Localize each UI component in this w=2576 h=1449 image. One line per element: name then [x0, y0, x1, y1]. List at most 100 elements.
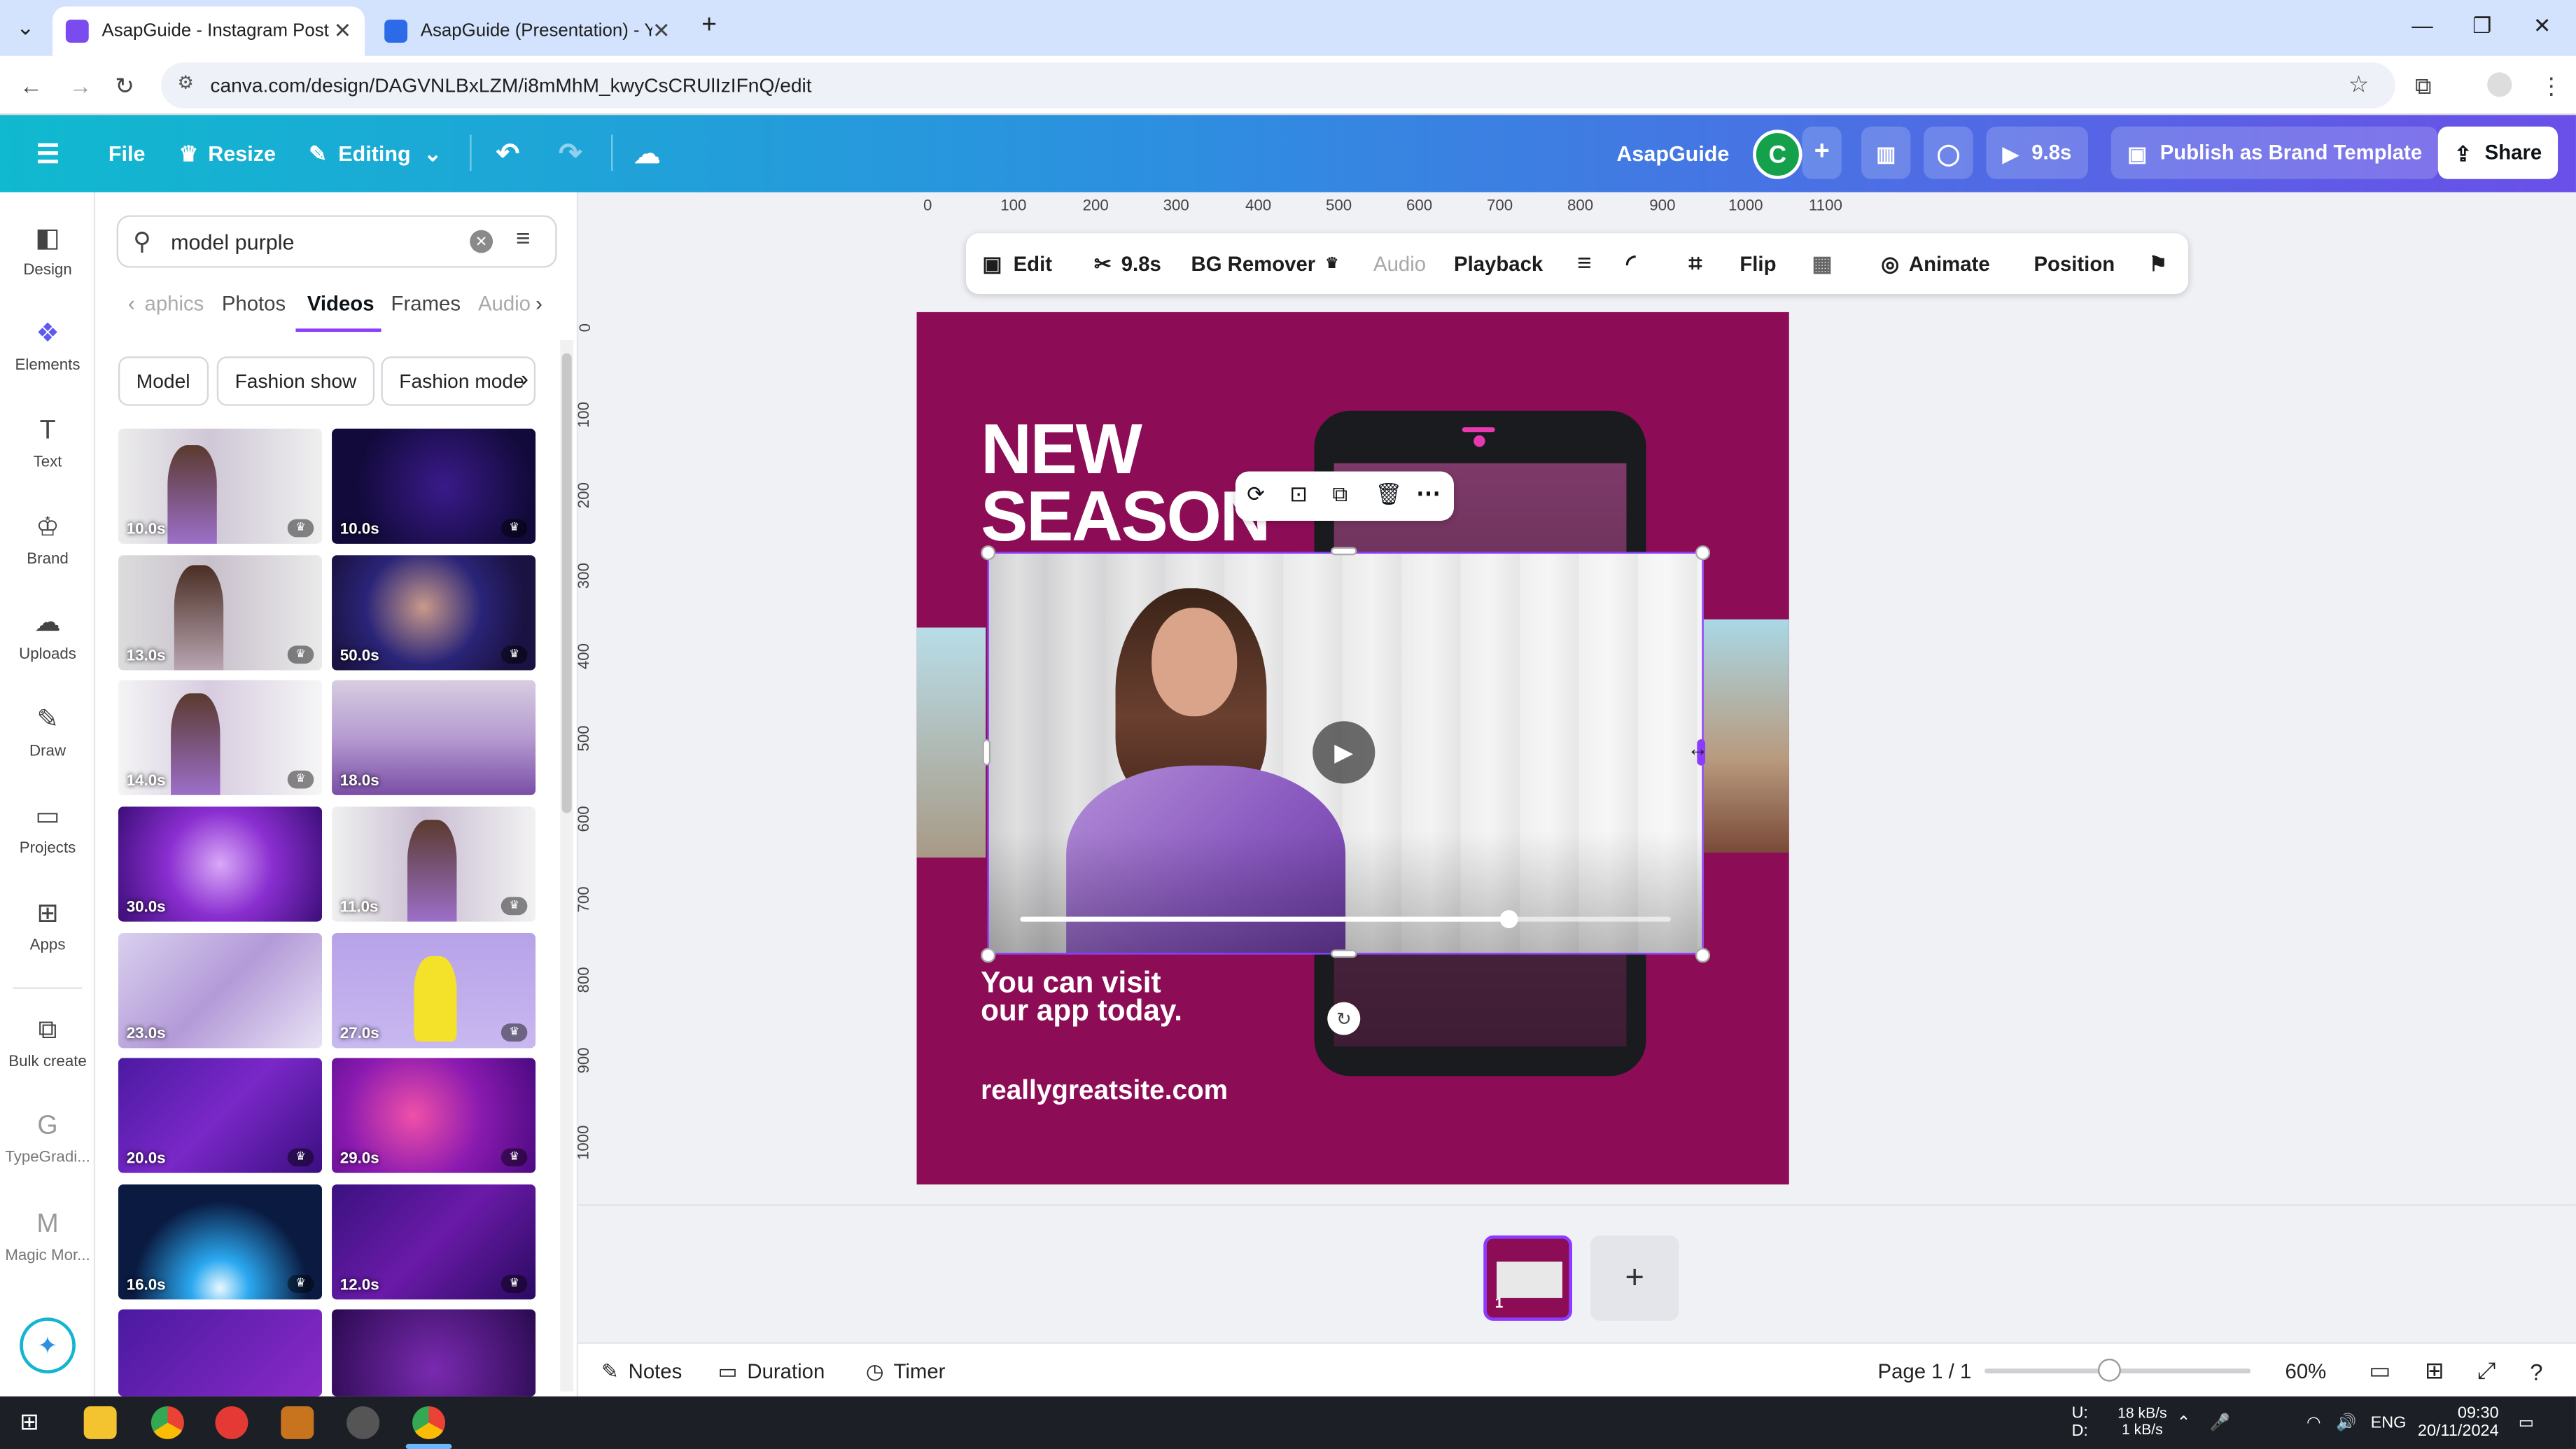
- chrome-active-icon[interactable]: [412, 1406, 446, 1439]
- user-avatar[interactable]: C: [1753, 130, 1802, 179]
- browser-menu-icon[interactable]: ⋮: [2540, 72, 2563, 100]
- resize-handle-bottom-left[interactable]: [981, 948, 996, 963]
- chip-fashion-show[interactable]: Fashion show: [216, 356, 375, 406]
- chips-scroll-right-icon[interactable]: ›: [521, 365, 528, 391]
- project-name[interactable]: AsapGuide: [1616, 115, 1729, 192]
- video-thumbnail[interactable]: 13.0s ♛: [118, 555, 322, 671]
- tabs-scroll-left-icon[interactable]: ‹: [128, 293, 135, 316]
- wifi-icon[interactable]: ◠: [2306, 1396, 2320, 1449]
- rail-magic-morph[interactable]: M Magic Mor...: [0, 1211, 95, 1265]
- back-icon[interactable]: ←: [20, 72, 43, 99]
- new-tab-icon[interactable]: +: [701, 11, 717, 41]
- minimize-icon[interactable]: —: [2412, 13, 2433, 38]
- system-clock[interactable]: 09:30 20/11/2024: [2418, 1396, 2499, 1449]
- position-button[interactable]: Position: [2033, 233, 2115, 294]
- transparency-icon[interactable]: ▦: [1812, 233, 1833, 294]
- rotate-handle-icon[interactable]: ↻: [1327, 1002, 1361, 1035]
- page-view-icon[interactable]: ▭: [2369, 1344, 2390, 1398]
- subheading[interactable]: You can visit our app today.: [981, 967, 1182, 1026]
- url-field[interactable]: ⚙ canva.com/design/DAGVNLBxLZM/i8mMhM_kw…: [160, 62, 2395, 108]
- file-explorer-icon[interactable]: [83, 1406, 117, 1439]
- resize-button[interactable]: ♛ Resize: [179, 115, 276, 192]
- border-style-icon[interactable]: ≡: [1577, 233, 1592, 294]
- tab-graphics[interactable]: aphics: [145, 293, 204, 316]
- panel-scroll-thumb[interactable]: [561, 353, 572, 813]
- tab-audio[interactable]: Audio: [478, 293, 531, 316]
- search-input[interactable]: ⚲ model purple ✕ ≡: [116, 215, 557, 268]
- rail-bulk-create[interactable]: ⧉ Bulk create: [0, 1017, 95, 1071]
- website-url-text[interactable]: reallygreatsite.com: [981, 1076, 1228, 1107]
- file-menu[interactable]: File: [108, 115, 146, 192]
- duplicate-icon[interactable]: ⧉: [1332, 482, 1348, 508]
- regenerate-icon[interactable]: ⟳: [1247, 482, 1265, 508]
- video-thumbnail[interactable]: 23.0s: [118, 933, 322, 1049]
- language-indicator[interactable]: ENG: [2371, 1396, 2407, 1449]
- delete-trash-icon[interactable]: 🗑: [1375, 482, 1402, 508]
- zoom-slider-knob[interactable]: [2097, 1358, 2121, 1382]
- page-indicator[interactable]: Page 1 / 1: [1878, 1344, 1972, 1398]
- browser-tab-active[interactable]: AsapGuide - Instagram Post ✕: [52, 6, 365, 56]
- editing-mode-button[interactable]: ✎ Editing ⌄: [309, 115, 442, 192]
- chip-model[interactable]: Model: [118, 356, 209, 406]
- edit-video-button[interactable]: ▣ Edit: [982, 233, 1052, 294]
- video-thumbnail[interactable]: 27.0s ♛: [332, 933, 536, 1049]
- comments-icon[interactable]: ◯: [1924, 126, 1973, 179]
- clear-search-icon[interactable]: ✕: [470, 230, 493, 253]
- cloud-saved-icon[interactable]: ☁: [634, 115, 661, 192]
- video-thumbnail[interactable]: 10.0s ♛: [332, 428, 536, 544]
- page-thumbnail[interactable]: 1: [1483, 1235, 1572, 1321]
- tab-videos[interactable]: Videos: [307, 293, 374, 316]
- close-tab-icon[interactable]: ✕: [652, 18, 671, 45]
- redo-icon[interactable]: ↷: [559, 115, 582, 192]
- animate-button[interactable]: ◎ Animate: [1881, 233, 1989, 294]
- browser-tab[interactable]: AsapGuide (Presentation) - You ✕: [371, 6, 683, 55]
- more-options-icon[interactable]: ⋯: [1416, 478, 1441, 507]
- record-app-icon[interactable]: [215, 1406, 248, 1439]
- video-thumbnail[interactable]: 50.0s ♛: [332, 555, 536, 671]
- magic-assistant-icon[interactable]: ✦: [20, 1317, 76, 1374]
- rail-uploads[interactable]: ☁ Uploads: [0, 610, 95, 664]
- resize-handle-top-right[interactable]: [1695, 545, 1711, 561]
- video-thumbnail[interactable]: 16.0s ♛: [118, 1184, 322, 1300]
- video-thumbnail[interactable]: 12.0s ♛: [332, 1184, 536, 1300]
- video-thumbnail[interactable]: 29.0s ♛: [332, 1058, 536, 1173]
- bg-remover-button[interactable]: BG Remover ♛: [1191, 233, 1339, 294]
- corner-rounding-icon[interactable]: ◜: [1626, 233, 1635, 294]
- site-info-icon[interactable]: ⚙: [177, 72, 193, 94]
- rail-text[interactable]: T Text: [0, 417, 95, 471]
- video-thumbnail[interactable]: [118, 1309, 322, 1396]
- lock-icon[interactable]: ⊡: [1289, 482, 1308, 508]
- timer-button[interactable]: ◷ Timer: [866, 1344, 946, 1398]
- filter-icon[interactable]: ≡: [516, 225, 531, 253]
- video-thumbnail[interactable]: 14.0s ♛: [118, 680, 322, 795]
- rail-brand[interactable]: ♔ Brand: [0, 514, 95, 568]
- audio-button[interactable]: Audio: [1373, 233, 1426, 294]
- rail-design[interactable]: ◧ Design: [0, 225, 95, 279]
- add-collaborator-icon[interactable]: +: [1802, 126, 1842, 179]
- rail-elements[interactable]: ❖ Elements: [0, 321, 95, 374]
- flip-button[interactable]: Flip: [1740, 233, 1776, 294]
- tab-frames[interactable]: Frames: [391, 293, 461, 316]
- tab-photos[interactable]: Photos: [222, 293, 286, 316]
- video-thumbnail[interactable]: 10.0s ♛: [118, 428, 322, 544]
- trim-button[interactable]: ✂ 9.8s: [1094, 233, 1161, 294]
- fullscreen-icon[interactable]: ⤢: [2477, 1344, 2496, 1398]
- playback-button[interactable]: Playback: [1454, 233, 1543, 294]
- insights-chart-icon[interactable]: ▥: [1861, 126, 1911, 179]
- close-tab-icon[interactable]: ✕: [334, 18, 352, 45]
- headline[interactable]: NEW SEASON: [981, 414, 1270, 553]
- add-page-button[interactable]: +: [1590, 1235, 1679, 1321]
- paint-format-icon[interactable]: ⚑: [2149, 233, 2167, 294]
- publish-brand-template-button[interactable]: ▣ Publish as Brand Template: [2110, 126, 2439, 179]
- tray-chevron-icon[interactable]: ⌃: [2177, 1396, 2191, 1449]
- video-thumbnail[interactable]: 30.0s: [118, 806, 322, 922]
- chip-fashion-model[interactable]: Fashion mode: [381, 356, 536, 406]
- restore-icon[interactable]: ❐: [2472, 13, 2491, 40]
- rail-draw[interactable]: ✎ Draw: [0, 706, 95, 760]
- extensions-icon[interactable]: ⧉: [2415, 72, 2431, 100]
- video-thumbnail[interactable]: [332, 1309, 536, 1396]
- volume-icon[interactable]: 🔊: [2336, 1396, 2356, 1449]
- help-icon[interactable]: ?: [2530, 1344, 2542, 1398]
- notifications-icon[interactable]: ▭: [2519, 1396, 2534, 1449]
- tab-search-icon[interactable]: ⌄: [16, 15, 34, 41]
